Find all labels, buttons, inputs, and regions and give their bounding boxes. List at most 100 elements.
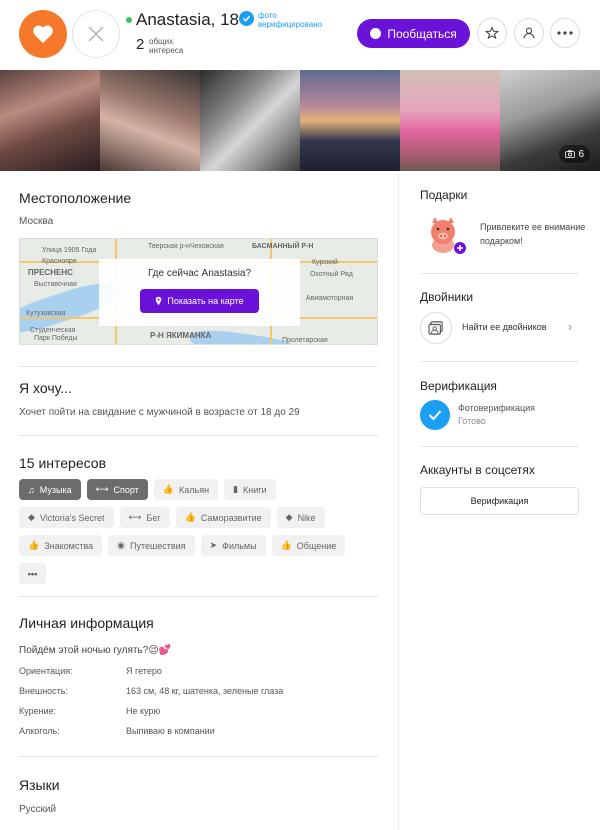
profile-photo[interactable]: 6 [500, 70, 600, 171]
sidebar-divider [420, 361, 579, 362]
personal-status: Пойдём этой ночью гулять?😉💕 [19, 645, 172, 656]
interest-chip[interactable]: ➤ Фильмы [200, 535, 266, 556]
interest-label: Спорт [113, 484, 139, 495]
info-value: Не курю [126, 706, 161, 716]
verification-title: Верификация [420, 379, 497, 393]
photo-count: 6 [578, 148, 584, 160]
chat-button[interactable]: Пообщаться [357, 19, 470, 48]
more-dots-icon [557, 31, 573, 35]
interest-chip[interactable]: 👍 Кальян [153, 479, 219, 500]
thumbs-up-icon: 👍 [184, 512, 196, 522]
thumbs-up-icon: 👍 [280, 540, 292, 550]
interest-chip[interactable]: ◆ Victoria's Secret [19, 507, 114, 528]
interest-label: Книги [243, 484, 267, 495]
info-value: 163 см, 48 кг, шатенка, зеленые глаза [126, 686, 284, 696]
profile-header: Anastasia, 18 фото верифицировано 2 общи… [0, 0, 600, 70]
interest-chip[interactable]: ♫ Музыка [19, 479, 81, 500]
diamond-icon: ◆ [28, 512, 35, 522]
interest-label: Путешествия [130, 540, 186, 551]
twins-title: Двойники [420, 290, 474, 304]
interest-label: Nike [297, 512, 316, 523]
heart-icon [33, 25, 53, 44]
book-icon: ▮ [233, 484, 239, 494]
thumbs-up-icon: 👍 [28, 540, 40, 550]
wants-text: Хочет пойти на свидание с мужчиной в воз… [19, 407, 300, 418]
gifts-title: Подарки [420, 188, 468, 202]
sidebar-divider [420, 273, 579, 274]
interest-label: Знакомства [44, 540, 94, 551]
show-on-map-button[interactable]: Показать на карте [140, 289, 259, 313]
more-options-button[interactable] [550, 18, 580, 48]
languages-title: Языки [19, 777, 60, 793]
interest-chip[interactable]: ⟷ Спорт [86, 479, 148, 500]
personal-info-title: Личная информация [19, 615, 154, 631]
section-divider [19, 756, 378, 757]
map-label: Р-Н ЯКИМАНКА [150, 331, 212, 340]
map-label: Охотный Ряд [310, 271, 353, 278]
section-divider [19, 435, 378, 436]
interest-chip[interactable]: ⟷ Бег [119, 507, 170, 528]
profile-name: Anastasia, 18 [136, 10, 240, 29]
user-profile-button[interactable] [514, 18, 544, 48]
main-column: Местоположение Москва Улица 1905 Года Тв… [0, 171, 399, 830]
verified-label: фото верифицировано [258, 11, 323, 29]
interest-chip[interactable]: 👍 Знакомства [19, 535, 103, 556]
map-label: Авиамоторная [306, 295, 354, 302]
location-map[interactable]: Улица 1905 Года Тверская р-н Чеховская Б… [19, 238, 378, 345]
chat-bubble-icon [370, 28, 382, 39]
skip-button[interactable] [72, 10, 120, 58]
map-overlay-card: Где сейчас Anastasia? Показать на карте [99, 259, 300, 326]
interests-title: 15 интересов [19, 455, 107, 471]
close-icon [88, 26, 104, 42]
diamond-icon: ◆ [285, 512, 293, 522]
globe-icon: ◉ [117, 540, 126, 550]
verification-status: Готово [458, 416, 486, 426]
interest-chip[interactable]: ◉ Путешествия [108, 535, 195, 556]
chevron-right-icon[interactable]: › [568, 319, 572, 334]
languages-value: Русский [19, 804, 57, 815]
verified-badge-icon [239, 11, 254, 26]
sidebar-divider [420, 446, 579, 447]
interest-label: Кальян [179, 484, 210, 495]
interest-chip[interactable]: ◆ Nike [276, 507, 325, 528]
common-interests-count: 2 [136, 36, 145, 53]
profile-photo[interactable] [300, 70, 400, 171]
social-verify-button[interactable]: Верификация [420, 487, 579, 515]
map-question: Где сейчас Anastasia? [147, 268, 252, 279]
music-icon: ♫ [28, 484, 35, 495]
map-label: Курский [312, 259, 338, 266]
interest-label: Общение [296, 540, 337, 551]
interests-list: ♫ Музыка ⟷ Спорт 👍 Кальян ▮ Книги ◆ Victoria'… [19, 479, 379, 591]
user-icon [523, 27, 535, 39]
gift-pig-icon[interactable] [424, 215, 466, 255]
common-interests-label: общих интереса [149, 37, 184, 55]
map-label: Кутузовская [26, 310, 66, 317]
gifts-text: Привлеките ее внимание подарком! [480, 222, 586, 246]
photo-count-badge[interactable]: 6 [559, 145, 590, 163]
map-label: БАСМАННЫЙ Р-Н [252, 243, 314, 250]
map-pin-icon [156, 296, 162, 306]
interest-label: Музыка [39, 484, 72, 495]
profile-photo[interactable] [0, 70, 100, 171]
location-city: Москва [19, 216, 54, 227]
map-label: Улица 1905 Года [42, 247, 97, 254]
favorite-button[interactable] [477, 18, 507, 48]
interest-chip[interactable]: 👍 Общение [271, 535, 346, 556]
location-title: Местоположение [19, 190, 132, 206]
social-accounts-title: Аккаунты в соцсетях [420, 463, 535, 477]
info-label: Ориентация: [19, 666, 73, 676]
map-label: Парк Победы [34, 335, 78, 342]
like-button[interactable] [19, 10, 67, 58]
info-label: Алкоголь: [19, 726, 60, 736]
profile-photo[interactable] [400, 70, 500, 171]
map-label: Студенческая [30, 327, 76, 334]
profile-photo[interactable] [100, 70, 200, 171]
photo-verification-label: Фотоверификация [458, 403, 536, 413]
interest-chip[interactable]: ▮ Книги [224, 479, 276, 500]
info-label: Курение: [19, 706, 57, 716]
find-twins-link[interactable]: Найти ее двойников [462, 322, 546, 332]
map-label: Краснопре [42, 258, 77, 265]
more-interests-button[interactable]: ••• [19, 563, 46, 584]
interest-chip[interactable]: 👍 Саморазвитие [175, 507, 271, 528]
profile-photo[interactable] [200, 70, 300, 171]
